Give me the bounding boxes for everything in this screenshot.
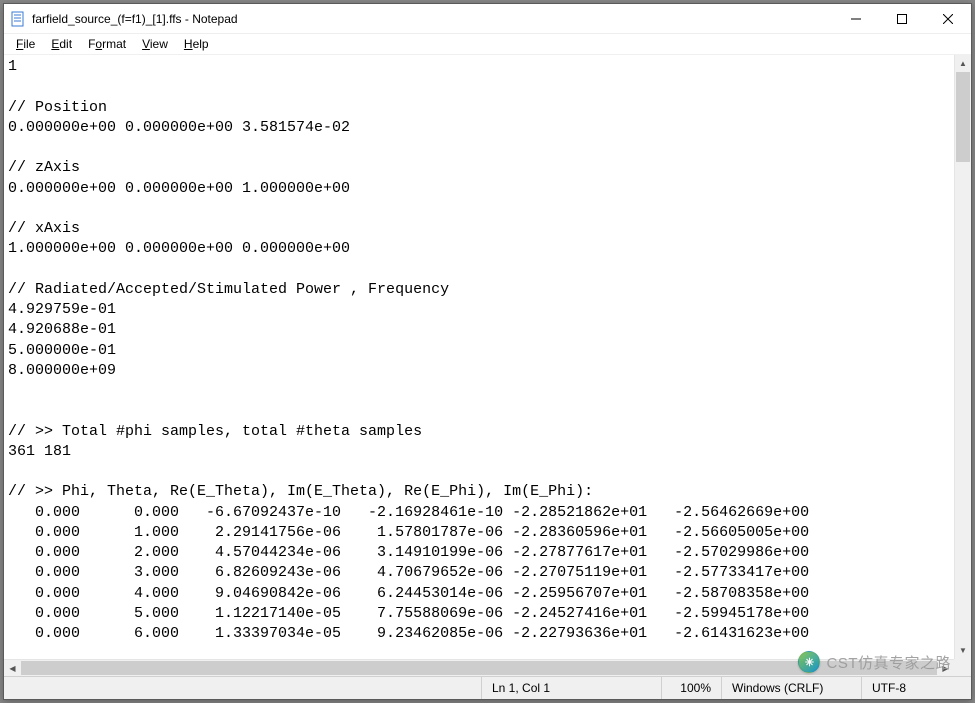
scroll-left-icon[interactable]: ◀ — [4, 660, 21, 676]
editor-area: 1 // Position 0.000000e+00 0.000000e+00 … — [4, 55, 971, 659]
menu-view[interactable]: View — [134, 35, 176, 53]
scroll-thumb-h[interactable] — [21, 661, 937, 675]
text-content[interactable]: 1 // Position 0.000000e+00 0.000000e+00 … — [4, 55, 954, 659]
scroll-thumb-v[interactable] — [956, 72, 970, 162]
statusbar: Ln 1, Col 1 100% Windows (CRLF) UTF-8 — [4, 676, 971, 699]
scrollbar-corner — [954, 659, 971, 676]
status-zoom: 100% — [661, 677, 721, 699]
scroll-track-h[interactable] — [21, 660, 937, 676]
menu-edit[interactable]: Edit — [43, 35, 80, 53]
notepad-icon — [10, 11, 26, 27]
menu-format[interactable]: Format — [80, 35, 134, 53]
close-button[interactable] — [925, 4, 971, 34]
status-position: Ln 1, Col 1 — [481, 677, 661, 699]
titlebar[interactable]: farfield_source_(f=f1)_[1].ffs - Notepad — [4, 4, 971, 34]
horizontal-scrollbar[interactable]: ◀ ▶ — [4, 659, 954, 676]
scroll-down-icon[interactable]: ▼ — [955, 642, 971, 659]
window-controls — [833, 4, 971, 33]
minimize-button[interactable] — [833, 4, 879, 34]
scroll-right-icon[interactable]: ▶ — [937, 660, 954, 676]
status-line-ending: Windows (CRLF) — [721, 677, 861, 699]
window-title: farfield_source_(f=f1)_[1].ffs - Notepad — [32, 12, 833, 26]
menu-file[interactable]: File — [8, 35, 43, 53]
scroll-up-icon[interactable]: ▲ — [955, 55, 971, 72]
menubar: File Edit Format View Help — [4, 34, 971, 55]
notepad-window: farfield_source_(f=f1)_[1].ffs - Notepad… — [3, 3, 972, 700]
status-encoding: UTF-8 — [861, 677, 971, 699]
scroll-track-v[interactable] — [955, 72, 971, 642]
maximize-button[interactable] — [879, 4, 925, 34]
menu-help[interactable]: Help — [176, 35, 217, 53]
vertical-scrollbar[interactable]: ▲ ▼ — [954, 55, 971, 659]
